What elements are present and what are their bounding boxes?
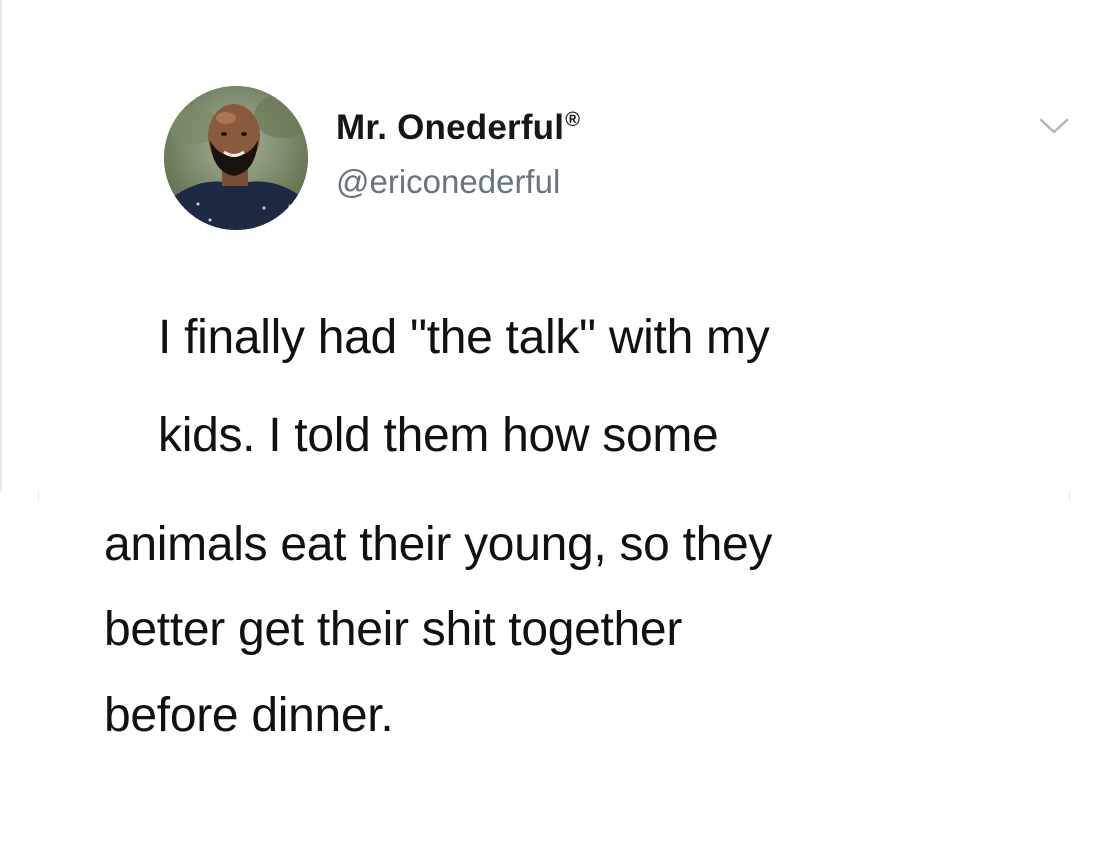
tweet-text-line: animals eat their young, so they [104, 518, 773, 571]
tweet-text-line: kids. I told them how some [158, 409, 719, 462]
profile-photo-icon [164, 86, 308, 230]
tweet-text-line: better get their shit together [104, 603, 683, 656]
author-handle[interactable]: @ericonederful [336, 163, 560, 201]
tweet-text-line: before dinner. [104, 689, 394, 742]
author-display-name[interactable]: Mr. Onederful® [336, 108, 580, 148]
seam-divider [38, 492, 39, 500]
chevron-down-icon [1039, 118, 1069, 134]
tweet-menu-button[interactable] [1032, 110, 1076, 140]
tweet-header-section: Mr. Onederful® @ericonederful I finally … [0, 0, 1100, 492]
display-name-text: Mr. Onederful [336, 108, 565, 147]
seam-divider [1069, 492, 1070, 500]
tweet-text-line: I finally had "the talk" with my [158, 311, 770, 364]
avatar[interactable] [164, 86, 308, 230]
registered-mark: ® [565, 109, 581, 132]
